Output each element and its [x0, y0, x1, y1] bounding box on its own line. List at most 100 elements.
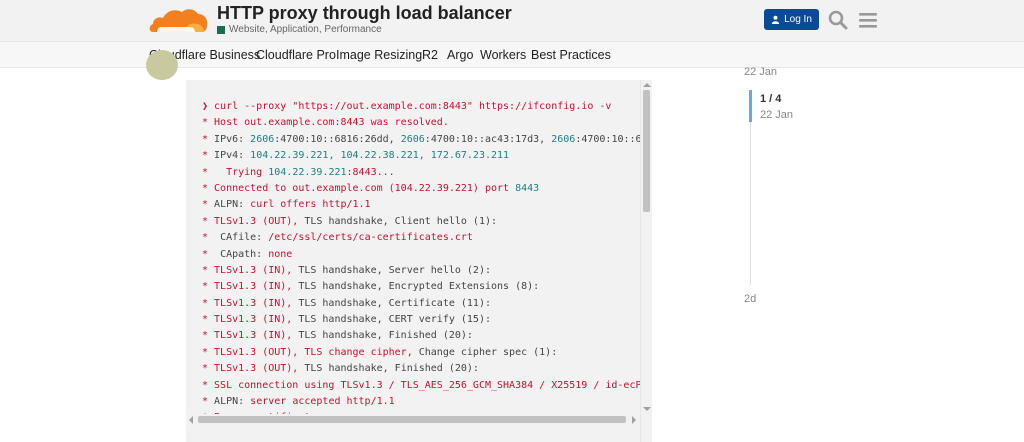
code-token: Change cipher spec (1): — [418, 346, 558, 358]
code-token: * TLSv1.3 (IN), — [202, 297, 299, 309]
code-token: /etc/ssl/certs/ca-certificates.crt — [268, 232, 473, 244]
timeline-end-date[interactable]: 2d — [744, 293, 756, 305]
user-icon — [771, 15, 780, 24]
code-token: * TLSv1.3 (IN), — [202, 330, 299, 342]
code-line: ❯ curl --proxy "https://out.example.com:… — [202, 99, 642, 115]
nav-item-r2[interactable]: R2 — [422, 48, 438, 62]
code-token: * TLSv1.3 (OUT), TLS change cipher, — [202, 346, 419, 358]
timeline-track[interactable] — [750, 122, 751, 285]
code-token: * — [202, 232, 221, 244]
login-label: Log In — [784, 14, 812, 25]
code-token: * TLSv1.3 (OUT), — [202, 363, 305, 375]
code-token: IPv4: — [214, 150, 251, 162]
code-token: 104.22.39.221, 104.22.38.221, 172.67.23.… — [250, 150, 510, 162]
code-line: * TLSv1.3 (IN), TLS handshake, Server he… — [202, 263, 642, 279]
code-token: TLS handshake, Finished (20): — [304, 363, 479, 375]
code-token: TLS handshake, CERT verify (15): — [298, 314, 491, 326]
code-token: * TLSv1.3 (IN), — [202, 264, 299, 276]
code-line: * Trying 104.22.39.221:8443... — [202, 165, 642, 181]
avatar[interactable] — [146, 50, 178, 80]
code-token: server accepted http/1.1 — [250, 396, 395, 408]
code-token: 2606 — [400, 133, 425, 145]
code-line: * TLSv1.3 (IN), TLS handshake, CERT veri… — [202, 312, 642, 328]
code-token: :4700:10::ac43:17d3, — [424, 133, 552, 145]
code-token: :8443... — [346, 166, 395, 178]
code-line: * IPv4: 104.22.39.221, 104.22.38.221, 17… — [202, 148, 642, 164]
code-token: 2606 — [551, 133, 576, 145]
code-line: * Connected to out.example.com (104.22.3… — [202, 181, 642, 197]
code-token: * — [202, 133, 215, 145]
code-token: TLS handshake, Encrypted Extensions (8): — [298, 281, 540, 293]
nav-item-workers[interactable]: Workers — [480, 48, 526, 62]
code-token: * TLSv1.3 (IN), — [202, 281, 299, 293]
timeline-post-count: 1 / 4 — [760, 93, 782, 105]
code-line: * TLSv1.3 (IN), TLS handshake, Finished … — [202, 328, 642, 344]
hamburger-menu-icon[interactable] — [857, 9, 879, 31]
code-token: * — [202, 199, 215, 211]
code-token: * TLSv1.3 (OUT), — [202, 215, 305, 227]
scroll-up-icon[interactable] — [643, 83, 651, 87]
code-line: * CAfile: /etc/ssl/certs/ca-certificates… — [202, 230, 642, 246]
nav-item-best-practices[interactable]: Best Practices — [531, 48, 611, 62]
code-line: * CApath: none — [202, 247, 642, 263]
code-token: :4700:10::6816:26dd, — [274, 133, 401, 145]
code-line: * TLSv1.3 (IN), TLS handshake, Certifica… — [202, 296, 642, 312]
code-token: none — [268, 248, 293, 260]
code-token: :4700:10::6816: — [575, 133, 642, 145]
code-token: TLS handshake, Client hello (1): — [304, 215, 498, 227]
scrollbar-thumb[interactable] — [643, 90, 650, 212]
code-line: * SSL connection using TLSv1.3 / TLS_AES… — [202, 378, 642, 394]
login-button[interactable]: Log In — [764, 9, 819, 30]
horizontal-scrollbar-thumb[interactable] — [198, 416, 626, 423]
timeline-current-date: 22 Jan — [760, 109, 794, 121]
code-line: * Host out.example.com:8443 was resolved… — [202, 115, 642, 131]
code-vertical-scrollbar[interactable] — [640, 80, 652, 442]
code-token: * — [202, 248, 221, 260]
code-line: * TLSv1.3 (OUT), TLS handshake, Client h… — [202, 214, 642, 230]
code-token: ALPN: — [214, 199, 251, 211]
category-color-swatch — [217, 25, 225, 34]
code-line: * TLSv1.3 (OUT), TLS change cipher, Chan… — [202, 345, 642, 361]
code-token: IPv6: — [214, 133, 251, 145]
category-label: Website, Application, Performance — [229, 24, 382, 35]
search-icon[interactable] — [827, 9, 849, 31]
code-token: curl offers http/1.1 — [250, 199, 371, 211]
topic-title[interactable]: HTTP proxy through load balancer — [217, 3, 512, 24]
code-block: ❯ curl --proxy "https://out.example.com:… — [186, 80, 652, 442]
code-token: * Connected to out.example.com (104.22.3… — [202, 182, 516, 194]
scroll-left-icon[interactable] — [189, 416, 193, 424]
code-token: ALPN: — [214, 396, 251, 408]
code-line: * TLSv1.3 (IN), TLS handshake, Encrypted… — [202, 279, 642, 295]
timeline-scroller-handle[interactable] — [749, 90, 752, 122]
scroll-right-icon[interactable] — [632, 416, 636, 424]
code-line: * IPv6: 2606:4700:10::6816:26dd, 2606:47… — [202, 132, 642, 148]
nav-item-argo[interactable]: Argo — [447, 48, 473, 62]
code-token: CAfile: — [220, 232, 269, 244]
code-token: TLS handshake, Certificate (11): — [298, 297, 491, 309]
nav-item-image-resizing[interactable]: Image Resizing — [336, 48, 422, 62]
code-token: 8443 — [515, 182, 540, 194]
code-token: * — [202, 150, 215, 162]
category-badge[interactable]: Website, Application, Performance — [217, 24, 382, 35]
site-header: HTTP proxy through load balancer Website… — [0, 0, 1024, 42]
timeline-start-date[interactable]: 22 Jan — [744, 66, 777, 78]
code-token: 104.22.39.221 — [268, 166, 347, 178]
code-content: ❯ curl --proxy "https://out.example.com:… — [202, 99, 642, 427]
code-token: * Host out.example.com:8443 was resolved… — [202, 117, 449, 129]
code-token: TLS handshake, Finished (20): — [298, 330, 473, 342]
code-token: 2606 — [250, 133, 275, 145]
code-token: * — [202, 396, 215, 408]
code-token: TLS handshake, Server hello (2): — [298, 264, 491, 276]
nav-item-cloudflare-pro[interactable]: Cloudflare Pro — [256, 48, 336, 62]
code-line: * ALPN: curl offers http/1.1 — [202, 197, 642, 213]
code-horizontal-scrollbar[interactable] — [186, 414, 640, 426]
code-token: * SSL connection using TLSv1.3 / TLS_AES… — [202, 379, 642, 391]
code-token: CApath: — [220, 248, 269, 260]
code-token: ❯ curl --proxy "https://out.example.com:… — [202, 101, 612, 112]
cloudflare-logo[interactable] — [147, 2, 209, 36]
code-line: * TLSv1.3 (OUT), TLS handshake, Finished… — [202, 361, 642, 377]
code-line: * ALPN: server accepted http/1.1 — [202, 394, 642, 410]
code-token: * Trying — [202, 166, 269, 178]
scroll-down-icon[interactable] — [643, 407, 651, 411]
code-token: * TLSv1.3 (IN), — [202, 314, 299, 326]
